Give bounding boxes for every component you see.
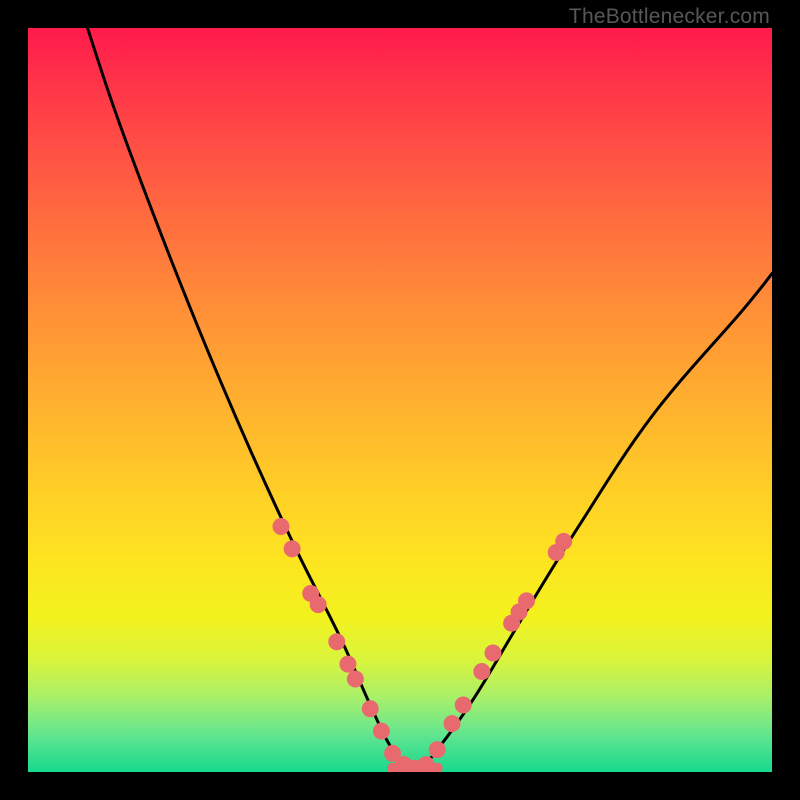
highlight-dot bbox=[373, 723, 390, 740]
highlight-dot bbox=[444, 715, 461, 732]
highlight-dot bbox=[339, 656, 356, 673]
highlight-dot bbox=[284, 540, 301, 557]
highlight-dot bbox=[473, 663, 490, 680]
highlight-dot bbox=[555, 533, 572, 550]
credit-label: TheBottlenecker.com bbox=[569, 5, 770, 29]
highlight-dot bbox=[455, 697, 472, 714]
highlight-dot bbox=[310, 596, 327, 613]
highlight-dot bbox=[362, 700, 379, 717]
highlight-dots bbox=[272, 518, 572, 772]
curve-layer bbox=[28, 28, 772, 772]
plot-area bbox=[28, 28, 772, 772]
highlight-dot bbox=[272, 518, 289, 535]
highlight-dot bbox=[347, 671, 364, 688]
bottleneck-curve bbox=[88, 28, 772, 772]
highlight-dot bbox=[518, 592, 535, 609]
highlight-dot bbox=[429, 741, 446, 758]
highlight-dot bbox=[328, 633, 345, 650]
highlight-dot bbox=[485, 644, 502, 661]
chart-frame: TheBottlenecker.com bbox=[0, 0, 800, 800]
